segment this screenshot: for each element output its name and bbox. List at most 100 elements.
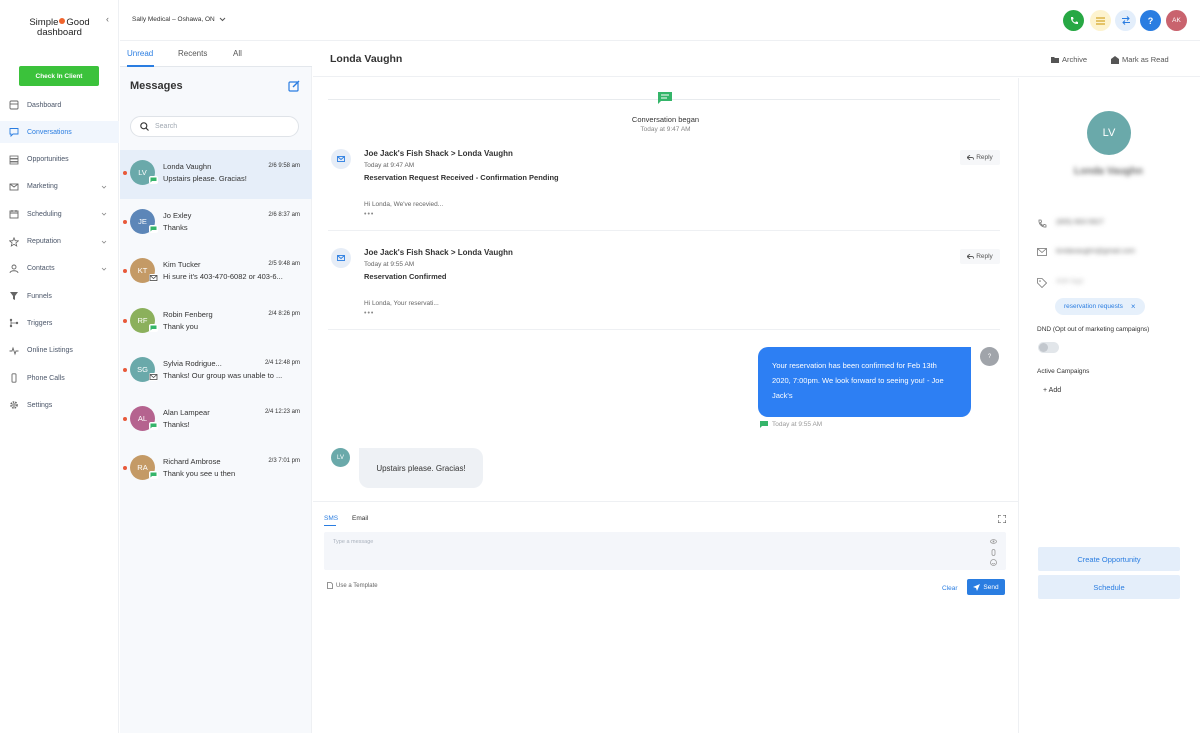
conversation-item[interactable]: RA Richard Ambrose 2/3 7:01 pm Thank you se… (120, 445, 312, 494)
conversation-item[interactable]: KT Kim Tucker 2/5 9:48 am Hi sure it's 403-… (120, 248, 312, 297)
email-icon (331, 149, 351, 169)
email-subject: Reservation Request Received - Confirmat… (364, 173, 559, 182)
send-button[interactable]: Send (967, 579, 1005, 595)
chevron-down-icon (219, 17, 226, 22)
list-button[interactable] (1090, 10, 1111, 31)
conversation-preview: Thanks (163, 223, 188, 233)
collapse-sidebar-icon[interactable]: ‹ (106, 14, 114, 24)
active-tab-indicator (127, 65, 154, 67)
email-sender: Joe Jack's Fish Shack > Londa Vaughn (364, 149, 513, 158)
expand-email-button[interactable]: ••• (364, 310, 374, 317)
conversation-name: Jo Exley (163, 211, 192, 221)
switch-button[interactable] (1115, 10, 1136, 31)
conversation-item[interactable]: JE Jo Exley 2/6 8:37 am Thanks (120, 199, 312, 248)
compose-icon[interactable] (288, 80, 300, 92)
tab-sms[interactable]: SMS (324, 515, 338, 522)
tab-recents[interactable]: Recents (178, 49, 207, 58)
sidebar-item-online-listings[interactable]: Online Listings (0, 340, 119, 362)
search-input[interactable]: Search (130, 116, 299, 137)
tag-icon (1037, 278, 1047, 288)
clear-button[interactable]: Clear (942, 585, 958, 592)
reply-button[interactable]: Reply (960, 249, 1000, 264)
use-template-button[interactable]: Use a Template (327, 582, 378, 589)
email-body-preview: Hi Londa, We've recevied... (364, 201, 444, 208)
conversation-time: 2/6 8:37 am (268, 212, 300, 219)
archive-button[interactable]: Archive (1051, 55, 1087, 64)
phone-icon (1070, 16, 1078, 24)
tag-chip[interactable]: reservation requests × (1055, 298, 1145, 315)
sidebar-item-label: Reputation (27, 238, 61, 245)
dnd-label: DND (Opt out of marketing campaigns) (1037, 326, 1150, 333)
dnd-toggle[interactable] (1038, 342, 1059, 353)
send-icon (973, 583, 981, 591)
trigger-icon (9, 319, 19, 328)
folder-icon (1051, 57, 1059, 63)
unread-indicator (123, 220, 127, 225)
help-button[interactable]: ? (1140, 10, 1161, 31)
email-time: Today at 9:47 AM (364, 162, 415, 169)
contact-email-field[interactable]: londavaughn@gmail.com (1056, 248, 1135, 255)
location-selector[interactable]: Sally Medical – Oshawa, ON (132, 16, 226, 23)
expand-icon[interactable] (998, 515, 1006, 523)
sidebar-item-phone-calls[interactable]: Phone Calls (0, 367, 119, 389)
add-campaign-button[interactable]: + Add (1043, 387, 1061, 394)
conversation-item[interactable]: LV Londa Vaughn 2/6 9:58 am Upstairs please… (120, 150, 312, 199)
sidebar-item-label: Opportunities (27, 156, 69, 164)
conversation-name: Kim Tucker (163, 260, 201, 270)
unread-indicator (123, 367, 127, 372)
eye-icon[interactable] (990, 538, 997, 545)
conversation-name: Alan Lampear (163, 408, 210, 417)
create-opportunity-button[interactable]: Create Opportunity (1038, 547, 1180, 571)
conversation-name: Londa Vaughn (163, 162, 212, 171)
location-label: Sally Medical – Oshawa, ON (132, 16, 215, 23)
check-in-client-button[interactable]: Check In Client (19, 66, 99, 86)
conversation-item[interactable]: RF Robin Fenberg 2/4 8:26 pm Thank you (120, 298, 312, 347)
sidebar-item-reputation[interactable]: Reputation (0, 231, 119, 253)
sidebar-item-settings[interactable]: Settings (0, 394, 119, 416)
conversation-name: Sylvia Rodrigue... (163, 358, 222, 368)
phone-call-button[interactable] (1063, 10, 1084, 31)
schedule-button[interactable]: Schedule (1038, 575, 1180, 599)
sidebar-item-opportunities[interactable]: Opportunities (0, 149, 119, 171)
message-input[interactable]: Type a message (324, 532, 1006, 570)
sidebar-item-funnels[interactable]: Funnels (0, 285, 119, 307)
incoming-message-bubble: Upstairs please. Gracias! (359, 448, 483, 488)
mark-as-read-button[interactable]: Mark as Read (1111, 55, 1169, 64)
tab-email[interactable]: Email (352, 515, 368, 522)
conversation-time: 2/6 9:58 am (268, 163, 300, 169)
sidebar-item-triggers[interactable]: Triggers (0, 312, 119, 334)
chevron-down-icon (101, 212, 107, 216)
tags-input[interactable]: Add tags (1056, 278, 1084, 285)
sidebar-item-dashboard[interactable]: Dashboard (0, 94, 119, 116)
sidebar-item-marketing[interactable]: Marketing (0, 176, 119, 198)
message-separator (328, 329, 1000, 330)
reply-label: Reply (976, 253, 993, 260)
search-icon (140, 122, 149, 131)
logo[interactable]: Simple Good dashboard (0, 18, 119, 38)
top-bar: Sally Medical – Oshawa, ON ? AK (120, 0, 1200, 41)
sidebar-item-scheduling[interactable]: Scheduling (0, 203, 119, 225)
email-body-preview: Hi Londa, Your reservati... (364, 300, 439, 307)
sidebar-item-label: Settings (27, 401, 53, 409)
email-badge-icon (149, 274, 158, 283)
conversation-item[interactable]: AL Alan Lampear 2/4 12:23 am Thanks! (120, 396, 312, 445)
sidebar-item-conversations[interactable]: Conversations (0, 121, 119, 144)
remove-tag-icon[interactable]: × (1131, 302, 1136, 311)
contact-phone-field[interactable]: (905) 683-5827 (1056, 219, 1104, 226)
expand-email-button[interactable]: ••• (364, 211, 374, 218)
tab-unread[interactable]: Unread (127, 49, 153, 58)
chevron-down-icon (101, 240, 107, 244)
thread-contact-name: Londa Vaughn (330, 53, 403, 65)
conversation-item[interactable]: SG Sylvia Rodrigue... 2/4 12:48 pm Thanks! … (120, 347, 312, 396)
reply-button[interactable]: Reply (960, 150, 1000, 165)
conversation-name: Richard Ambrose (163, 457, 221, 467)
unread-indicator (123, 171, 127, 175)
emoji-icon[interactable] (990, 559, 997, 566)
tab-all[interactable]: All (233, 49, 242, 58)
email-subject: Reservation Confirmed (364, 272, 447, 281)
user-avatar[interactable]: AK (1166, 10, 1187, 31)
conversation-preview: Thank you see u then (163, 469, 236, 479)
contact-name-field[interactable]: Londa Vaughn (1074, 166, 1143, 177)
sidebar-item-contacts[interactable]: Contacts (0, 258, 119, 280)
attachment-icon[interactable] (990, 549, 997, 556)
